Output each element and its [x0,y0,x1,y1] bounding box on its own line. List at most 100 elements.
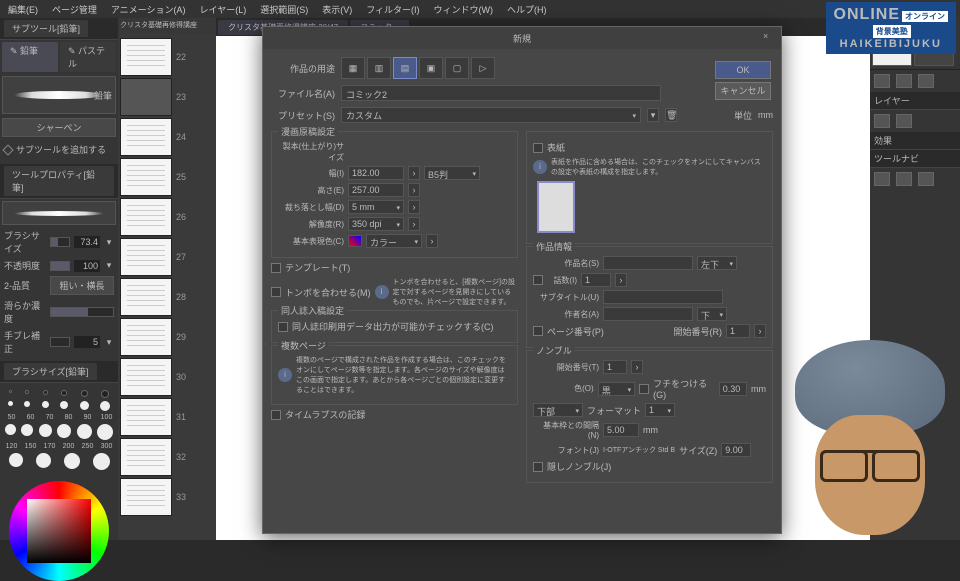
filename-input[interactable]: コミック2 [341,85,661,101]
left-panels: サブツール[鉛筆] ✎ 鉛筆 ✎ パステル 鉛筆 シャーペン サブツールを追加す… [0,18,118,540]
height-input[interactable]: 257.00 [348,183,404,197]
stroke-preview [2,201,116,225]
menu-anim[interactable]: アニメーション(A) [105,1,192,18]
format-dropdown[interactable]: 1 [645,403,675,417]
chevron-down-icon[interactable]: ▾ [104,237,114,248]
page-thumb[interactable] [120,278,172,316]
density-slider[interactable] [50,307,114,317]
menu-filter[interactable]: フィルター(I) [360,1,425,18]
purpose-fanzine-icon[interactable]: ▢ [445,57,469,79]
purpose-print-icon[interactable]: ▣ [419,57,443,79]
color-square[interactable] [27,499,91,563]
edge-checkbox[interactable] [639,384,649,394]
color-chip-icon [348,235,362,247]
nombre-start-input[interactable]: 1 [603,360,627,374]
close-icon[interactable]: × [763,31,775,43]
author-pos-dropdown[interactable]: 下 [697,307,727,321]
color-wheel[interactable] [9,481,109,581]
title-pos-dropdown[interactable]: 左下 [697,256,737,270]
page-thumb[interactable] [120,38,172,76]
brush-size-grid: 5060708090100 120150170200250300 [0,383,118,477]
menu-select[interactable]: 選択範囲(S) [254,1,314,18]
episode-checkbox[interactable] [533,275,543,285]
paper-dropdown[interactable]: B5判 [424,166,480,180]
watermark: ONLINEオンライン 背景美塾 HAIKEIBIJUKU [826,2,956,54]
thumb-tab[interactable]: クリスタ基礎再修得講座 [118,18,216,34]
timelapse-checkbox[interactable] [271,410,281,420]
page-thumb[interactable] [120,198,172,236]
presenter-overlay [785,340,955,540]
author-input[interactable] [603,307,693,321]
template-checkbox[interactable] [271,263,281,273]
multipage-fieldset: 複数ページ i複数のページで構成された作品を作成する場合は、このチェックをオンに… [271,345,518,405]
subtitle-input[interactable] [603,290,723,304]
preset-save-icon[interactable]: ▾ [647,108,659,122]
subtool-panel-tab[interactable]: サブツール[鉛筆] [4,20,88,37]
colormode-dropdown[interactable]: カラー [366,234,422,248]
page-thumb[interactable] [120,158,172,196]
tab-pencil[interactable]: ✎ 鉛筆 [2,42,58,72]
width-input[interactable]: 182.00 [348,166,404,180]
menu-help[interactable]: ヘルプ(H) [501,1,553,18]
preset-dropdown[interactable]: カスタム [341,107,641,123]
add-subtool-icon [2,144,13,155]
purpose-anim-icon[interactable]: ▷ [471,57,495,79]
offset-input[interactable]: 5.00 [603,423,639,437]
cover-preview [537,181,575,233]
tab-pastel[interactable]: ✎ パステル [60,42,116,72]
cancel-button[interactable]: キャンセル [715,82,771,100]
stabilize-slider[interactable] [50,337,70,347]
opacity-slider[interactable] [50,261,70,271]
trim-checkbox[interactable] [271,287,281,297]
purpose-webtoon-icon[interactable]: ▥ [367,57,391,79]
worktitle-input[interactable] [603,256,693,270]
episode-input[interactable]: 1 [581,273,611,287]
preset-delete-icon[interactable]: 🗑 [665,108,677,122]
page-thumbnails: クリスタ基礎再修得講座 22 23 24 25 26 27 28 29 30 3… [118,18,216,540]
purpose-illust-icon[interactable]: ▦ [341,57,365,79]
menu-window[interactable]: ウィンドウ(W) [428,1,500,18]
bleed-dropdown[interactable]: 5 mm [348,200,404,214]
toolprop-panel-tab[interactable]: ツールプロパティ[鉛筆] [4,166,114,196]
purpose-comic-icon[interactable]: ▤ [393,57,417,79]
nombre-pos-dropdown[interactable]: 下部 [533,403,583,417]
page-thumb[interactable] [120,358,172,396]
page-thumb[interactable] [120,238,172,276]
menu-view[interactable]: 表示(V) [316,1,358,18]
ok-button[interactable]: OK [715,61,771,79]
new-document-dialog: 新規× OK キャンセル 作品の用途 ▦ ▥ ▤ ▣ ▢ ▷ ファイル名(A) … [262,26,782,534]
startpage-input[interactable]: 1 [726,324,750,338]
cover-checkbox[interactable] [533,143,543,153]
page-thumb[interactable] [120,438,172,476]
pagenum-checkbox[interactable] [533,326,543,336]
edge-input[interactable]: 0.30 [719,382,747,396]
tool-icon[interactable] [874,74,890,88]
brush-preview: 鉛筆 [2,76,116,114]
add-subtool[interactable]: サブツールを追加する [16,143,106,156]
menu-page[interactable]: ページ管理 [46,1,103,18]
page-thumb[interactable] [120,318,172,356]
info-icon: i [533,160,547,174]
page-thumb[interactable] [120,118,172,156]
menu-edit[interactable]: 編集(E) [2,1,44,18]
cover-fieldset: 表紙 i表紙を作品に含める場合は、このチェックをオンにしてキャンバスの設定や表紙… [526,131,773,244]
page-thumb[interactable] [120,398,172,436]
workinfo-fieldset: 作品情報 作品名(S)左下 話数(I)1› サブタイトル(U) 作者名(A)下 … [526,246,773,348]
resolution-dropdown[interactable]: 350 dpi [348,217,404,231]
fanzine-checkbox[interactable] [278,322,288,332]
page-thumb[interactable] [120,78,172,116]
blind-nombre-checkbox[interactable] [533,462,543,472]
menubar: 編集(E) ページ管理 アニメーション(A) レイヤー(L) 選択範囲(S) 表… [0,0,960,18]
sharpen-button[interactable]: シャーペン [2,118,116,137]
binding-fieldset: 漫画原稿設定 製本(仕上がり)サイズ 幅(I)182.00›B5判 高さ(E)2… [271,131,518,258]
aa-value[interactable]: 粗い・横長 [50,276,114,295]
dialog-title: 新規× [263,27,781,49]
fontsize-input[interactable]: 9.00 [721,443,751,457]
brush-size-slider[interactable] [50,237,70,247]
brushsize-panel-tab[interactable]: ブラシサイズ[鉛筆] [4,363,97,380]
menu-layer[interactable]: レイヤー(L) [193,1,252,18]
info-icon: i [375,285,389,299]
nombre-color-dropdown[interactable]: 黒 [598,382,635,396]
info-icon: i [278,368,292,382]
page-thumb[interactable] [120,478,172,516]
